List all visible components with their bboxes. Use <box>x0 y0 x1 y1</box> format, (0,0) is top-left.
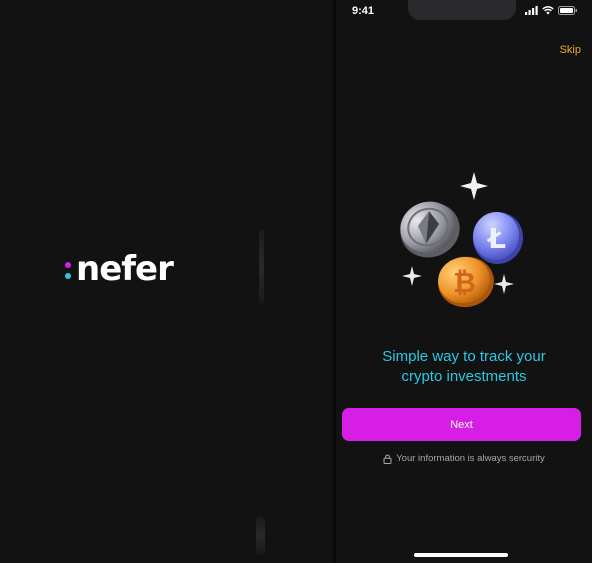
svg-text:₿: ₿ <box>453 266 476 299</box>
headline-line-2: crypto investments <box>401 368 527 385</box>
splash-screen: nefer <box>0 0 333 563</box>
svg-text:Ł: Ł <box>486 222 506 255</box>
security-note-text: Your information is always sercurity <box>396 453 545 464</box>
security-note: Your information is always sercurity <box>336 453 592 464</box>
status-time: 9:41 <box>352 5 375 17</box>
next-button[interactable]: Next <box>342 408 581 441</box>
device-notch <box>408 0 516 20</box>
logo-dots-icon <box>64 258 72 280</box>
battery-icon <box>558 6 577 15</box>
home-indicator[interactable] <box>414 553 508 557</box>
ethereum-coin-icon <box>400 201 460 258</box>
status-icons <box>525 6 578 15</box>
brand-logo: nefer <box>64 249 174 289</box>
logo-dot-bottom <box>65 273 71 279</box>
onboarding-headline: Simple way to track your crypto investme… <box>336 347 592 387</box>
signal-icon <box>525 6 538 15</box>
crypto-illustration: Ł ₿ <box>400 172 524 308</box>
wifi-icon <box>542 6 554 15</box>
app-screens: nefer 9:41 Skip Ł ₿ Simple way to track … <box>0 0 592 563</box>
status-bar: 9:41 <box>336 0 592 26</box>
headline-line-1: Simple way to track your <box>382 348 546 365</box>
logo-dot-top <box>65 262 71 268</box>
lock-icon <box>383 454 392 464</box>
decorative-stroke-bottom <box>256 516 265 556</box>
decorative-stroke <box>259 230 264 304</box>
logo-text: nefer <box>76 249 174 289</box>
onboarding-screen: 9:41 Skip Ł ₿ Simple way to track your c… <box>336 0 592 563</box>
skip-button[interactable]: Skip <box>560 44 581 56</box>
